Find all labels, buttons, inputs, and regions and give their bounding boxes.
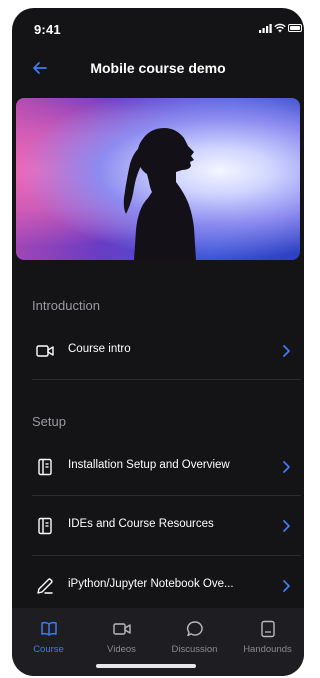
divider <box>32 555 301 556</box>
home-indicator[interactable] <box>96 664 196 668</box>
video-icon <box>36 345 54 357</box>
lesson-label: Installation Setup and Overview <box>68 459 230 471</box>
lesson-label: iPython/Jupyter Notebook Ove... <box>68 578 234 590</box>
lesson-label: IDEs and Course Resources <box>68 518 214 530</box>
tab-label: Handounds <box>243 644 292 655</box>
chevron-right-icon <box>283 461 290 473</box>
lesson-row-ides-resources[interactable]: IDEs and Course Resources <box>32 497 301 555</box>
tab-label: Discussion <box>171 644 218 655</box>
status-time: 9:41 <box>34 22 61 37</box>
document-icon <box>38 458 52 476</box>
tab-discussion[interactable]: Discussion <box>158 616 231 660</box>
woman-silhouette-image <box>123 128 196 260</box>
pen-icon <box>37 578 53 594</box>
tab-course[interactable]: Course <box>12 616 85 660</box>
tab-label: Course <box>33 644 64 655</box>
document-icon <box>38 517 52 535</box>
file-icon <box>260 620 275 638</box>
page-title: Mobile course demo <box>90 60 226 76</box>
chevron-right-icon <box>283 520 290 532</box>
lesson-row-installation-setup[interactable]: Installation Setup and Overview <box>32 438 301 496</box>
cellular-signal-icon <box>259 24 272 33</box>
divider <box>32 495 301 496</box>
lesson-row-course-intro[interactable]: Course intro <box>32 322 301 380</box>
status-bar: 9:41 <box>12 8 304 46</box>
wifi-icon <box>274 23 286 33</box>
phone-screen: 9:41 Mobile course demo Introduction Cou… <box>12 8 304 676</box>
battery-icon <box>288 24 302 32</box>
chevron-right-icon <box>283 345 290 357</box>
video-icon <box>112 623 131 635</box>
tab-videos[interactable]: Videos <box>85 616 158 660</box>
nav-bar: Mobile course demo <box>12 46 304 90</box>
tab-label: Videos <box>107 644 136 655</box>
course-hero-image <box>16 98 300 260</box>
lesson-row-ipython-jupyter[interactable]: iPython/Jupyter Notebook Ove... <box>32 557 301 615</box>
tab-handounds[interactable]: Handounds <box>231 616 304 660</box>
lesson-label: Course intro <box>68 343 131 355</box>
divider <box>32 379 301 380</box>
section-header-introduction: Introduction <box>32 298 100 313</box>
book-icon <box>40 621 57 636</box>
chevron-right-icon <box>283 580 290 592</box>
section-header-setup: Setup <box>32 414 66 429</box>
chat-bubble-icon <box>186 621 203 637</box>
